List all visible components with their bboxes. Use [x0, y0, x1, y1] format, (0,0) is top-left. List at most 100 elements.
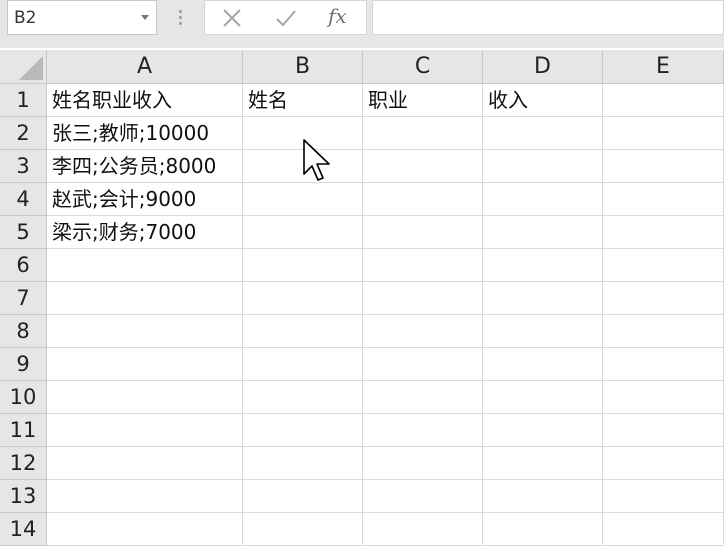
row-header-12[interactable]: 12: [0, 447, 47, 480]
column-header-a[interactable]: A: [47, 50, 243, 84]
name-box[interactable]: B2: [7, 0, 157, 35]
column-header-d[interactable]: D: [483, 50, 603, 84]
cell-c6[interactable]: [363, 249, 483, 282]
cell-e12[interactable]: [603, 447, 724, 480]
cell-a4[interactable]: 赵武;会计;9000: [47, 183, 243, 216]
cell-e4[interactable]: [603, 183, 724, 216]
row-header-14[interactable]: 14: [0, 513, 47, 546]
formula-bar-buttons: fx: [204, 0, 367, 35]
cell-e8[interactable]: [603, 315, 724, 348]
cell-c8[interactable]: [363, 315, 483, 348]
row-header-6[interactable]: 6: [0, 249, 47, 282]
cell-b9[interactable]: [243, 348, 363, 381]
row-header-11[interactable]: 11: [0, 414, 47, 447]
row-header-7[interactable]: 7: [0, 282, 47, 315]
mouse-pointer-icon: [303, 139, 330, 181]
select-all-triangle-icon: [19, 56, 43, 80]
cell-d9[interactable]: [483, 348, 603, 381]
cell-c5[interactable]: [363, 216, 483, 249]
cell-c3[interactable]: [363, 150, 483, 183]
row-header-3[interactable]: 3: [0, 150, 47, 183]
formula-bar-resize-handle[interactable]: [178, 7, 182, 27]
cell-c7[interactable]: [363, 282, 483, 315]
column-header-e[interactable]: E: [603, 50, 724, 84]
cell-b12[interactable]: [243, 447, 363, 480]
select-all-button[interactable]: [0, 50, 47, 84]
cell-a1[interactable]: 姓名职业收入: [47, 84, 243, 117]
cell-c1[interactable]: 职业: [363, 84, 483, 117]
cell-e13[interactable]: [603, 480, 724, 513]
cell-a11[interactable]: [47, 414, 243, 447]
cell-a9[interactable]: [47, 348, 243, 381]
cell-c4[interactable]: [363, 183, 483, 216]
cancel-icon[interactable]: [219, 5, 245, 31]
formula-input[interactable]: [372, 0, 724, 35]
cell-d10[interactable]: [483, 381, 603, 414]
cell-e14[interactable]: [603, 513, 724, 546]
cell-a8[interactable]: [47, 315, 243, 348]
checkmark-icon[interactable]: [273, 5, 299, 31]
cell-e7[interactable]: [603, 282, 724, 315]
cell-c12[interactable]: [363, 447, 483, 480]
cell-c2[interactable]: [363, 117, 483, 150]
row-header-10[interactable]: 10: [0, 381, 47, 414]
cell-d2[interactable]: [483, 117, 603, 150]
cell-e11[interactable]: [603, 414, 724, 447]
cell-b8[interactable]: [243, 315, 363, 348]
cell-d13[interactable]: [483, 480, 603, 513]
cell-c10[interactable]: [363, 381, 483, 414]
cell-b1[interactable]: 姓名: [243, 84, 363, 117]
cell-e2[interactable]: [603, 117, 724, 150]
cell-a14[interactable]: [47, 513, 243, 546]
cell-d7[interactable]: [483, 282, 603, 315]
cell-c14[interactable]: [363, 513, 483, 546]
cell-a13[interactable]: [47, 480, 243, 513]
cell-a10[interactable]: [47, 381, 243, 414]
chevron-down-icon[interactable]: [141, 15, 149, 20]
column-header-c[interactable]: C: [363, 50, 483, 84]
cell-e6[interactable]: [603, 249, 724, 282]
cell-a12[interactable]: [47, 447, 243, 480]
row-header-13[interactable]: 13: [0, 480, 47, 513]
row-header-2[interactable]: 2: [0, 117, 47, 150]
cell-d6[interactable]: [483, 249, 603, 282]
row-header-1[interactable]: 1: [0, 84, 47, 117]
row-header-9[interactable]: 9: [0, 348, 47, 381]
cell-b4[interactable]: [243, 183, 363, 216]
cell-d11[interactable]: [483, 414, 603, 447]
cell-b11[interactable]: [243, 414, 363, 447]
cell-d14[interactable]: [483, 513, 603, 546]
cell-a5[interactable]: 梁示;财务;7000: [47, 216, 243, 249]
row-header-4[interactable]: 4: [0, 183, 47, 216]
cell-a6[interactable]: [47, 249, 243, 282]
cell-b5[interactable]: [243, 216, 363, 249]
cell-a7[interactable]: [47, 282, 243, 315]
cell-c13[interactable]: [363, 480, 483, 513]
row-header-8[interactable]: 8: [0, 315, 47, 348]
cell-d1[interactable]: 收入: [483, 84, 603, 117]
column-header-b[interactable]: B: [243, 50, 363, 84]
formula-bar: B2 fx: [0, 0, 724, 48]
cell-c11[interactable]: [363, 414, 483, 447]
cell-e5[interactable]: [603, 216, 724, 249]
fx-icon[interactable]: fx: [328, 4, 354, 30]
cell-d8[interactable]: [483, 315, 603, 348]
cell-b10[interactable]: [243, 381, 363, 414]
cell-d5[interactable]: [483, 216, 603, 249]
cell-a3[interactable]: 李四;公务员;8000: [47, 150, 243, 183]
cell-b14[interactable]: [243, 513, 363, 546]
cell-b7[interactable]: [243, 282, 363, 315]
cell-e10[interactable]: [603, 381, 724, 414]
cell-e9[interactable]: [603, 348, 724, 381]
cell-e1[interactable]: [603, 84, 724, 117]
cell-d3[interactable]: [483, 150, 603, 183]
row-header-5[interactable]: 5: [0, 216, 47, 249]
cell-d4[interactable]: [483, 183, 603, 216]
cell-d12[interactable]: [483, 447, 603, 480]
cell-a2[interactable]: 张三;教师;10000: [47, 117, 243, 150]
cell-c9[interactable]: [363, 348, 483, 381]
cell-b13[interactable]: [243, 480, 363, 513]
cell-b6[interactable]: [243, 249, 363, 282]
cell-e3[interactable]: [603, 150, 724, 183]
name-box-value: B2: [14, 8, 37, 28]
